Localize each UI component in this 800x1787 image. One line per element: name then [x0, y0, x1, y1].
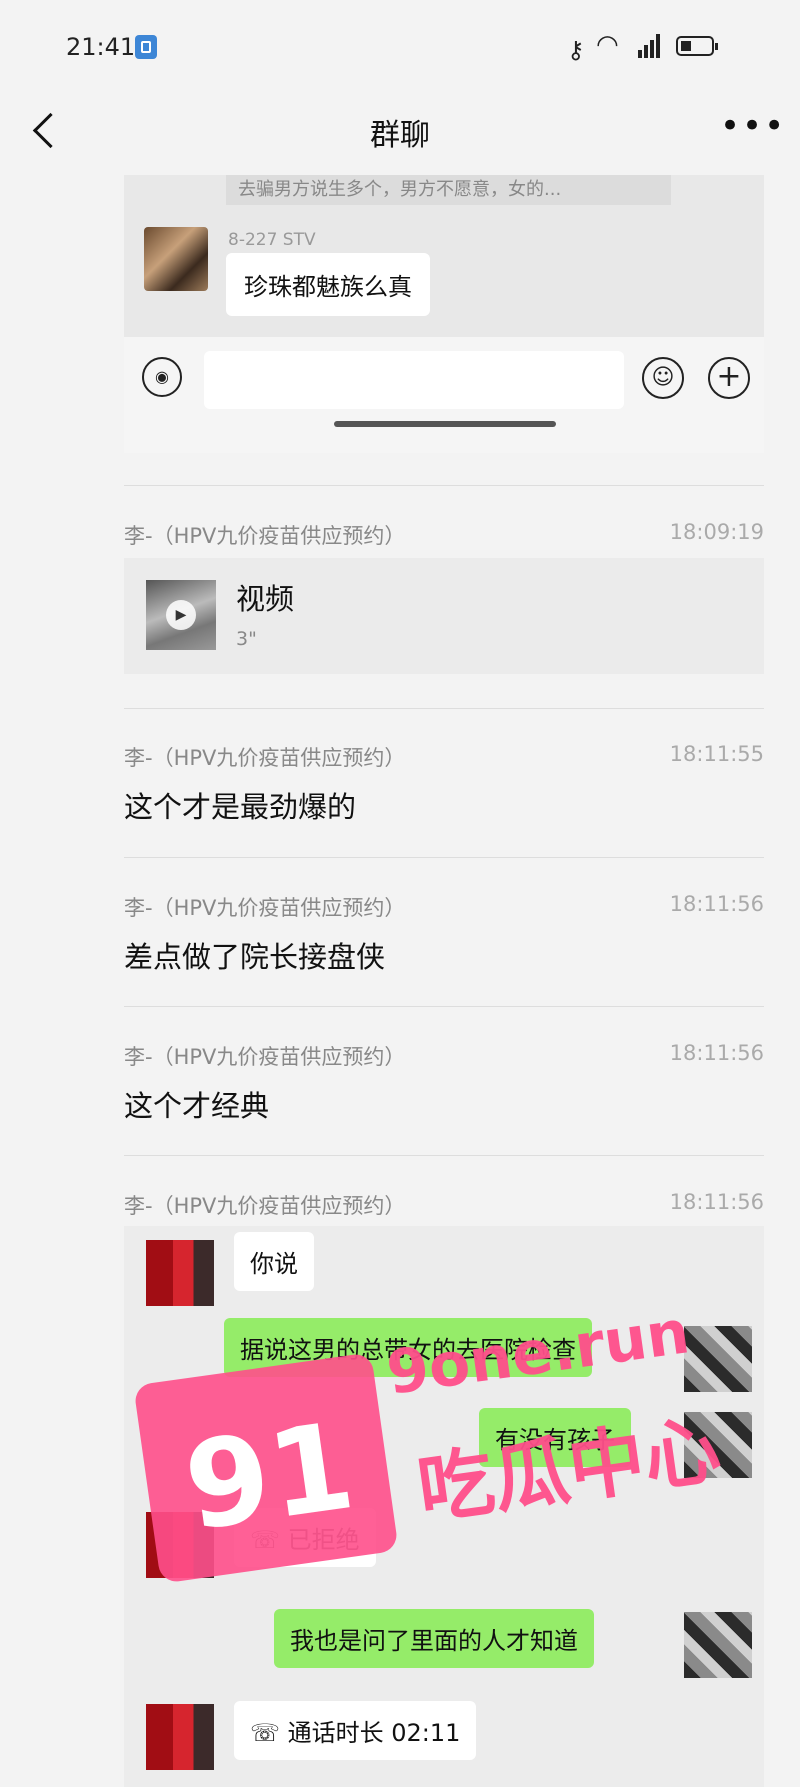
- video-message[interactable]: ▶ 视频 3": [124, 558, 764, 674]
- page-title: 群聊: [370, 118, 430, 153]
- avatar: [146, 1240, 214, 1306]
- call-rejected-bubble: ☏ 已拒绝: [234, 1508, 376, 1567]
- message-header: 李-（HPV九价疫苗供应预约） 18:11:56: [124, 892, 764, 922]
- timestamp: 18:11:56: [669, 1041, 764, 1065]
- message-text: 这个才是最劲爆的: [124, 790, 357, 824]
- voice-icon: ◉: [142, 357, 182, 397]
- message-bubble: 我也是问了里面的人才知道: [274, 1609, 594, 1668]
- sim-icon: [135, 35, 157, 59]
- play-icon: ▶: [166, 600, 196, 630]
- message-text: 这个才经典: [124, 1089, 270, 1123]
- sender-name: 李-（HPV九价疫苗供应预约）: [124, 524, 406, 548]
- avatar: [146, 1704, 214, 1770]
- video-label: 视频: [236, 582, 295, 616]
- avatar: [144, 227, 208, 291]
- message-bubble: 你说: [234, 1232, 314, 1291]
- timestamp: 18:09:19: [669, 520, 764, 544]
- signal-icon: [630, 32, 664, 58]
- sender-name: 李-（HPV九价疫苗供应预约）: [124, 1194, 406, 1218]
- more-options-button[interactable]: •••: [720, 106, 786, 146]
- wifi-icon: ◠: [596, 30, 619, 60]
- message-bubble: 据说这男的总带女的去医院检查: [224, 1318, 592, 1377]
- timestamp: 18:11:56: [669, 892, 764, 916]
- emoji-icon: ☺: [642, 357, 684, 399]
- status-bar: 21:41 ⚷ ◠: [0, 0, 800, 90]
- status-time: 21:41: [66, 33, 136, 61]
- message-bubble: 珍珠都魅族么真: [226, 253, 430, 316]
- timestamp: 18:11:55: [669, 742, 764, 766]
- message-text: 差点做了院长接盘侠: [124, 940, 386, 974]
- sender-name: 李-（HPV九价疫苗供应预约）: [124, 746, 406, 770]
- message-header: 李-（HPV九价疫苗供应预约） 18:11:55: [124, 742, 764, 772]
- message-header: 李-（HPV九价疫苗供应预约） 18:11:56: [124, 1041, 764, 1071]
- battery-icon: [676, 36, 718, 56]
- avatar: [684, 1326, 752, 1392]
- plus-icon: +: [708, 357, 750, 399]
- message-header: 李-（HPV九价疫苗供应预约） 18:11:56: [124, 1190, 764, 1220]
- sender-name: 8-227 STV: [228, 230, 316, 250]
- message-input: [204, 351, 624, 409]
- divider: [124, 708, 764, 709]
- forwarded-chat-image[interactable]: 去骗男方说生多个，男方不愿意，女的... 8-227 STV 珍珠都魅族么真 ◉…: [124, 175, 764, 453]
- chat-screenshot-image[interactable]: 你说 据说这男的总带女的去医院检查 有没有孩子 ☏ 已拒绝 我也是问了里面的人才…: [124, 1226, 764, 1787]
- video-duration: 3": [236, 628, 257, 650]
- avatar: [146, 1512, 214, 1578]
- input-bar: ◉ ☺ +: [124, 337, 764, 453]
- divider: [124, 1155, 764, 1156]
- timestamp: 18:11:56: [669, 1190, 764, 1214]
- divider: [124, 857, 764, 858]
- divider: [124, 1006, 764, 1007]
- avatar: [684, 1612, 752, 1678]
- sender-name: 李-（HPV九价疫苗供应预约）: [124, 1045, 406, 1069]
- vpn-key-icon: ⚷: [567, 36, 585, 64]
- quoted-message: 去骗男方说生多个，男方不愿意，女的...: [226, 175, 671, 205]
- call-duration: 通话时长 02:11: [287, 1719, 461, 1747]
- call-status: 已拒绝: [287, 1526, 360, 1554]
- home-indicator: [334, 421, 556, 427]
- message-bubble: 有没有孩子: [479, 1408, 631, 1467]
- call-duration-bubble: ☏ 通话时长 02:11: [234, 1701, 477, 1760]
- video-thumbnail: ▶: [146, 580, 216, 650]
- nav-bar: 群聊 •••: [0, 90, 800, 180]
- sender-name: 李-（HPV九价疫苗供应预约）: [124, 896, 406, 920]
- avatar: [684, 1412, 752, 1478]
- divider: [124, 485, 764, 486]
- message-header: 李-（HPV九价疫苗供应预约） 18:09:19: [124, 520, 764, 550]
